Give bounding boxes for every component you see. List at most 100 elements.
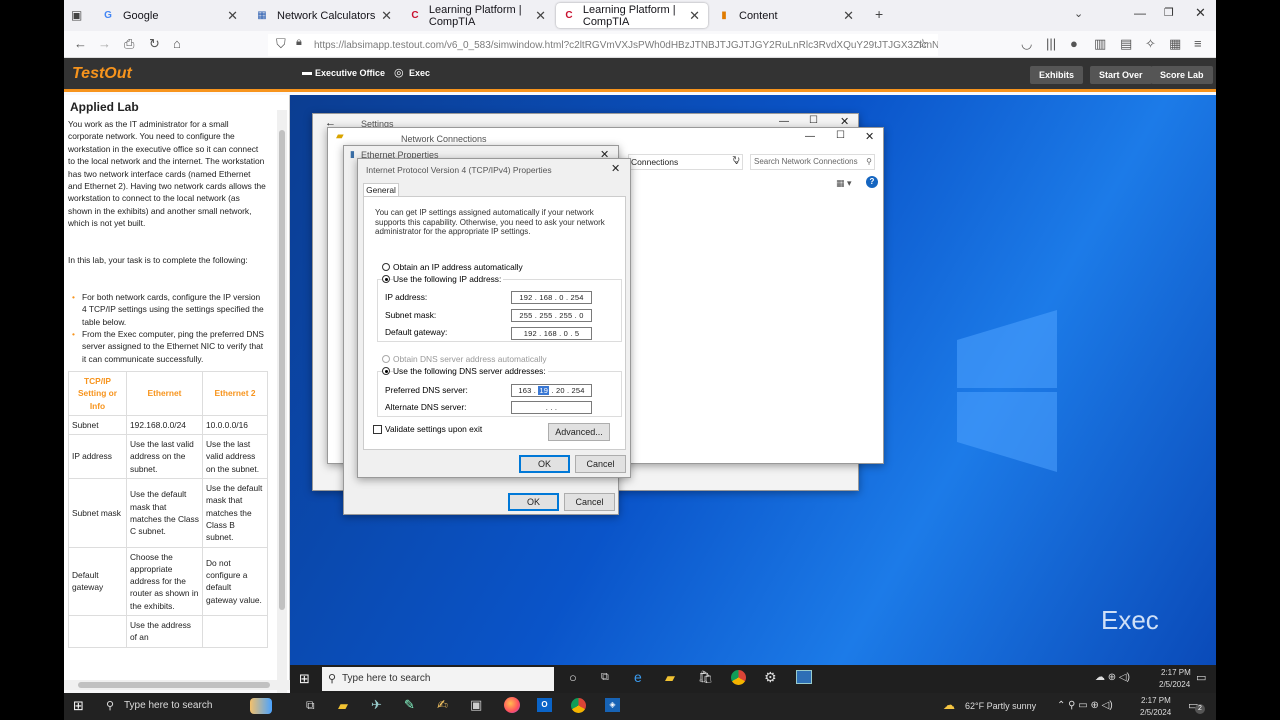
app-icon[interactable]: ✎ [404,697,415,713]
notification-badge-icon[interactable]: ▤ [1120,36,1132,52]
start-over-button[interactable]: Start Over [1090,66,1152,84]
close-icon[interactable]: ✕ [535,8,546,24]
tab-executive-office[interactable]: Executive Office [315,68,385,78]
cortana-icon[interactable]: ○ [569,670,577,685]
account-icon[interactable]: ● [1070,36,1078,51]
task-view-icon[interactable]: ⧉ [601,671,609,684]
close-icon[interactable]: ✕ [611,162,620,175]
close-icon[interactable]: ✕ [227,8,238,24]
tab-content[interactable]: ▮ Content ✕ [710,3,862,28]
print-icon[interactable]: ⎙ [124,36,134,52]
table-cell: 10.0.0.0/16 [202,414,268,436]
ipv4-cancel-button[interactable]: Cancel [575,455,626,473]
default-gateway-field[interactable]: 192 . 168 . 0 . 5 [511,327,592,340]
tab-general[interactable]: General [363,183,399,197]
shield-icon[interactable]: ⛉ [276,36,286,52]
restore-icon[interactable]: ❐ [1164,6,1174,19]
os-search-text[interactable]: Type here to search [124,700,212,711]
maximize-icon[interactable]: ☐ [809,115,818,126]
tab-exec[interactable]: Exec [409,68,430,78]
firefox-icon[interactable] [504,697,520,713]
subnet-mask-field[interactable]: 255 . 255 . 255 . 0 [511,309,592,322]
chrome-icon[interactable] [571,698,586,713]
close-icon[interactable]: ✕ [381,8,392,24]
url-bar[interactable]: https://labsimapp.testout.com/v6_0_583/s… [268,34,938,56]
minimize-icon[interactable]: — [1134,6,1146,20]
manual-dns-radio[interactable] [382,367,390,375]
app-icon[interactable]: ✍ [437,697,448,713]
manual-ip-radio[interactable] [382,275,390,283]
new-tab-icon[interactable]: + [875,6,883,22]
library-icon[interactable]: ||| [1046,36,1056,51]
store-icon[interactable]: 🛍︎ [698,670,713,684]
ip-address-field[interactable]: 192 . 168 . 0 . 254 [511,291,592,304]
close-icon[interactable]: ✕ [689,8,700,24]
view-options-icon[interactable]: ▦ ▾ [836,178,852,189]
ethernet-cancel-button[interactable]: Cancel [564,493,615,511]
tab-network-calculators[interactable]: ▦ Network Calculators ✕ [248,3,400,28]
network-connections-taskbar-icon[interactable] [796,670,812,684]
windows-start-icon[interactable]: ⊞ [299,671,310,687]
home-icon[interactable]: ⌂ [173,36,181,51]
hscroll-thumb[interactable] [78,682,270,688]
help-icon[interactable]: ? [866,176,878,188]
app-icon[interactable]: ▣ [470,697,482,713]
app-icon[interactable]: ◈ [605,698,620,712]
maximize-icon[interactable]: ☐ [836,130,845,141]
exec-search-box[interactable]: ⚲ Type here to search [322,667,554,691]
close-icon[interactable]: ✕ [843,8,854,24]
back-icon[interactable]: ← [74,36,87,51]
minimize-icon[interactable]: — [779,116,789,127]
auto-dns-radio[interactable] [382,355,390,363]
scroll-thumb[interactable] [279,130,285,610]
search-network-connections[interactable]: Search Network Connections ⚲ [750,154,875,170]
alternate-dns-field[interactable]: . . . [511,401,592,414]
panel-hscrollbar[interactable] [64,680,290,690]
windows-start-icon[interactable]: ⊞ [73,698,84,714]
tab-learning-platform-active[interactable]: C Learning Platform | CompTIA ✕ [556,3,708,28]
tab-learning-platform[interactable]: C Learning Platform | CompTIA ✕ [402,3,554,28]
file-explorer-icon[interactable]: ▰ [338,698,348,714]
weather-text[interactable]: 62°F Partly sunny [965,701,1036,711]
score-lab-button[interactable]: Score Lab [1151,66,1213,84]
forward-icon[interactable]: → [98,36,111,51]
puzzle-icon[interactable]: ✧ [1145,36,1156,52]
bookmark-star-icon[interactable]: ☆ [917,36,929,52]
table-header: Ethernet 2 [202,371,268,416]
chevron-down-icon[interactable]: ⌄ [1074,7,1083,20]
close-window-icon[interactable]: ✕ [1195,5,1206,21]
exhibits-button[interactable]: Exhibits [1030,66,1084,84]
refresh-icon[interactable]: ↻ [732,155,740,166]
outlook-icon[interactable]: O [537,698,552,712]
chrome-icon[interactable] [731,670,746,685]
notifications-icon[interactable]: ▭ [1196,671,1206,684]
validate-checkbox[interactable] [373,425,382,434]
panel-scrollbar[interactable] [277,110,287,695]
task-view-icon[interactable]: ⧉ [306,698,315,713]
table-cell: Do not configure a default gateway value… [202,546,268,617]
pocket-icon[interactable]: ◡ [1021,36,1032,52]
address-bar[interactable]: Connections ⌄ [628,154,743,170]
file-explorer-icon[interactable]: ▰ [665,670,675,686]
auto-ip-radio[interactable] [382,263,390,271]
ethernet-ok-button[interactable]: OK [508,493,559,511]
close-icon[interactable]: ✕ [865,130,874,143]
reload-icon[interactable]: ↻ [149,36,160,52]
tab-list-icon[interactable]: ▣ [71,8,82,22]
ipv4-ok-button[interactable]: OK [519,455,570,473]
minimize-icon[interactable]: — [805,131,815,142]
menu-icon[interactable]: ≡ [1194,36,1202,51]
tray-icons[interactable]: ☁ ⊕ ◁) [1095,672,1130,683]
extensions-icon[interactable]: ▥ [1094,36,1106,52]
tab-google[interactable]: G Google ✕ [94,3,246,28]
copilot-icon[interactable] [250,698,272,714]
lock-icon[interactable]: 🔒︎ [296,36,302,49]
preferred-dns-field[interactable]: 163 . 19 . 20 . 254 [511,384,592,397]
grid-icon[interactable]: ▦ [1169,36,1181,52]
edge-icon[interactable]: e [634,669,642,685]
alternate-dns-label: Alternate DNS server: [385,402,467,412]
advanced-button[interactable]: Advanced... [548,423,610,441]
app-icon[interactable]: ✈ [371,697,382,713]
tray-icons[interactable]: ⌃ ⚲ ▭ ⊕ ◁) [1057,700,1113,711]
settings-gear-icon[interactable]: ⚙ [764,669,777,686]
